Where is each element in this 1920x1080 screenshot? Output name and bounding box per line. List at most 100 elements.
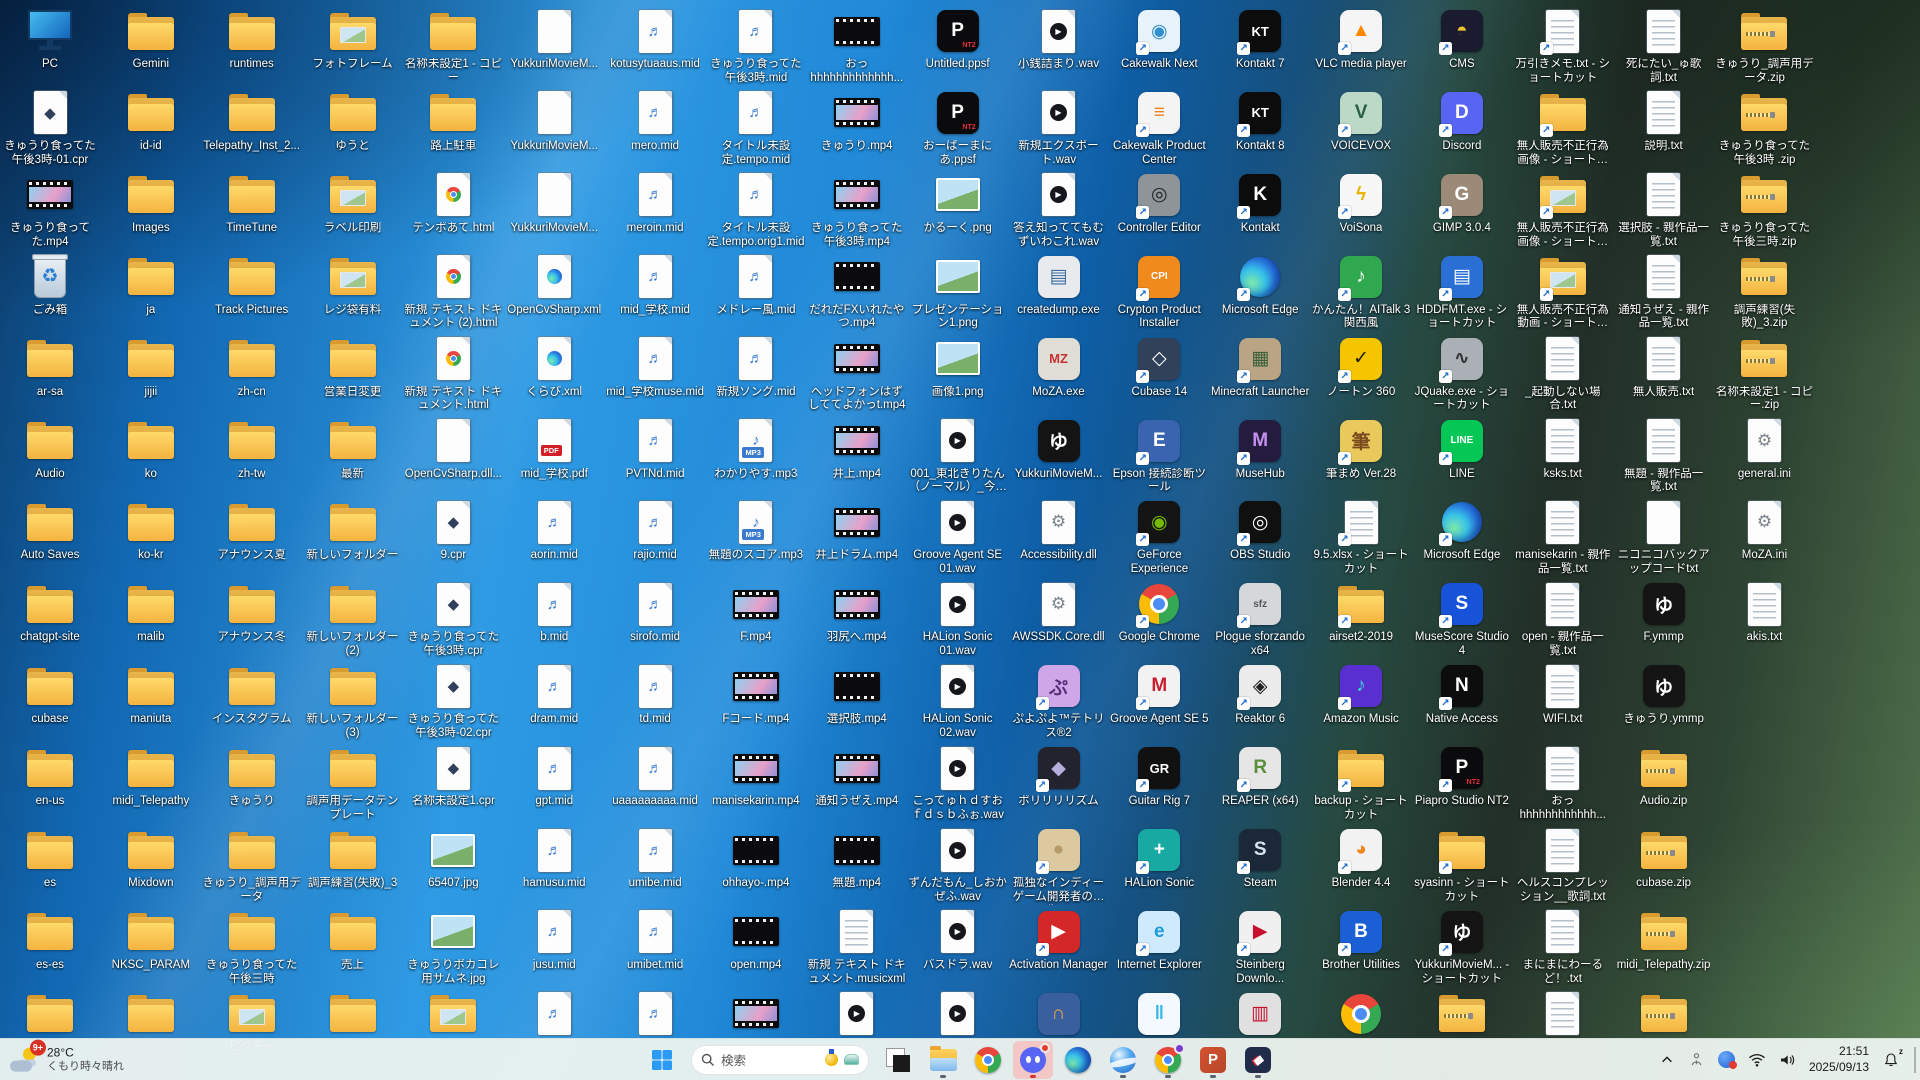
desktop-icon[interactable]: 選択肢 - 親作品一覧.txt: [1614, 171, 1714, 250]
desktop-icon[interactable]: en-us: [0, 744, 100, 809]
desktop-icon[interactable]: インスタグラム: [202, 662, 302, 727]
desktop-icon[interactable]: ♬ mero.mid: [605, 89, 705, 154]
desktop-icon[interactable]: プレゼンテーション1.png: [908, 253, 1008, 332]
desktop-icon[interactable]: ko: [101, 417, 201, 482]
desktop-icon[interactable]: S ↗ Steam: [1210, 826, 1310, 891]
desktop-icon[interactable]: ♬ mid_学校muse.mid: [605, 335, 705, 400]
desktop-icon[interactable]: zh-cn: [202, 335, 302, 400]
taskbar-clock[interactable]: 21:51 2025/09/13: [1804, 1044, 1874, 1075]
desktop-icon[interactable]: ↗ 万引きメモ.txt - ショートカット: [1513, 7, 1613, 86]
desktop-icon[interactable]: ⚙ general.ini: [1714, 417, 1814, 482]
desktop-icon[interactable]: ヘッドフォンはずしててよかっt.mp4: [807, 335, 907, 414]
desktop-icon[interactable]: ↗ Microsoft Edge: [1412, 498, 1512, 563]
show-desktop-strip[interactable]: [1914, 1046, 1916, 1073]
desktop-icon[interactable]: 通知うぜえ - 親作品一覧.txt: [1614, 253, 1714, 332]
taskbar-edge[interactable]: [1058, 1041, 1098, 1079]
desktop-icon[interactable]: Images: [101, 171, 201, 236]
desktop-icon[interactable]: ▶ ↗ Steinberg Downlo...: [1210, 908, 1310, 987]
desktop-icon[interactable]: Audio: [0, 417, 100, 482]
desktop-icon[interactable]: midi_Telepathy.zip: [1614, 908, 1714, 973]
desktop-icon[interactable]: ◉ ↗ GeForce Experience: [1109, 498, 1209, 577]
desktop-icon[interactable]: ゆうと: [303, 89, 403, 154]
desktop-icon[interactable]: id-id: [101, 89, 201, 154]
desktop-icon[interactable]: ♬ きゅうり食ってた午後3時.mid: [706, 7, 806, 86]
desktop-icon[interactable]: M ↗ Groove Agent SE 5: [1109, 662, 1209, 727]
desktop-icon[interactable]: ⚙ Accessibility.dll: [1009, 498, 1109, 563]
desktop-icon[interactable]: 新しいフォルダー (3): [303, 662, 403, 741]
desktop-icon[interactable]: chatgpt-site: [0, 580, 100, 645]
desktop-icon[interactable]: malib: [101, 580, 201, 645]
desktop-icon[interactable]: 無題.mp4: [807, 826, 907, 891]
desktop-icon[interactable]: ▶: [807, 990, 907, 1041]
desktop-icon[interactable]: ▶ 小銭詰まり.wav: [1009, 7, 1109, 72]
desktop-icon[interactable]: ♬ gpt.mid: [504, 744, 604, 809]
desktop-icon[interactable]: 売上: [303, 908, 403, 973]
desktop-icon[interactable]: ▶ 新規エクスポート.wav: [1009, 89, 1109, 168]
desktop-icon[interactable]: ▶ バスドラ.wav: [908, 908, 1008, 973]
desktop-icon[interactable]: B ↗ Brother Utilities: [1311, 908, 1411, 973]
desktop-icon[interactable]: open.mp4: [706, 908, 806, 973]
desktop-icon[interactable]: 名称未設定1 - コピー.zip: [1714, 335, 1814, 414]
desktop-icon[interactable]: ♬ タイトル未設定.tempo.mid: [706, 89, 806, 168]
desktop-icon[interactable]: 羽尻へ.mp4: [807, 580, 907, 645]
desktop-icon[interactable]: ▶ こってゅｈｄすおｆｄｓｂふぉ.wav: [908, 744, 1008, 823]
desktop-icon[interactable]: cubase: [0, 662, 100, 727]
desktop-icon[interactable]: テンポあて.html: [403, 171, 503, 236]
desktop-icon[interactable]: ♬ td.mid: [605, 662, 705, 727]
desktop-icon[interactable]: YukkuriMovieM...: [504, 89, 604, 154]
desktop-icon[interactable]: だれだFXいれたやつ.mp4: [807, 253, 907, 332]
desktop-icon[interactable]: 死にたい_ゅ歌詞.txt: [1614, 7, 1714, 86]
desktop-icon[interactable]: ↗ 無人販売不正行為画像 - ショートカット: [1513, 171, 1613, 250]
desktop-icon[interactable]: ♪ MP3 わかりやす.mp3: [706, 417, 806, 482]
desktop-icon[interactable]: ar-sa: [0, 335, 100, 400]
desktop-icon[interactable]: くらび.xml: [504, 335, 604, 400]
start-button[interactable]: [642, 1041, 682, 1079]
desktop-icon[interactable]: 調声練習(失敗)_3.zip: [1714, 253, 1814, 332]
desktop-icon[interactable]: きゅうり_調声用データ: [202, 826, 302, 905]
desktop-icon[interactable]: ↗ Google Chrome: [1109, 580, 1209, 645]
desktop-icon[interactable]: ♬ umibe.mid: [605, 826, 705, 891]
desktop-icon[interactable]: F.mp4: [706, 580, 806, 645]
desktop-icon[interactable]: 新規 テキスト ドキュメント.html: [403, 335, 503, 414]
desktop-icon[interactable]: KT ↗ Kontakt 7: [1210, 7, 1310, 72]
desktop-icon[interactable]: 画像1.png: [908, 335, 1008, 400]
desktop-icon[interactable]: ▶ ずんだもん_しおかぜふ.wav: [908, 826, 1008, 905]
desktop-icon[interactable]: ♬ メドレー風.mid: [706, 253, 806, 318]
desktop-icon[interactable]: M ↗ MuseHub: [1210, 417, 1310, 482]
desktop-icon[interactable]: レジ袋有料: [303, 253, 403, 318]
desktop-icon[interactable]: ↗ 無人販売不正行為画像 - ショートカッ...: [1513, 89, 1613, 168]
taskbar-discord[interactable]: [1013, 1040, 1053, 1079]
taskbar-cubase[interactable]: ◆: [1238, 1041, 1278, 1079]
desktop-icon[interactable]: 調声練習(失敗)_3: [303, 826, 403, 891]
desktop-icon[interactable]: ラベル印刷: [303, 171, 403, 236]
desktop-icon[interactable]: ◉ ↗ Cakewalk Next: [1109, 7, 1209, 72]
desktop-icon[interactable]: PDF mid_学校.pdf: [504, 417, 604, 482]
desktop-icon[interactable]: ▶ HALion Sonic 01.wav: [908, 580, 1008, 659]
desktop-icon[interactable]: 最新: [303, 417, 403, 482]
desktop-icon[interactable]: ◆ ↗ ポリリリリズム: [1009, 744, 1109, 809]
desktop-icon[interactable]: e ↗ Internet Explorer: [1109, 908, 1209, 973]
desktop-icon[interactable]: [1513, 990, 1613, 1041]
desktop-icon[interactable]: OpenCvSharp.xml: [504, 253, 604, 318]
desktop-icon[interactable]: アナウンス夏: [202, 498, 302, 563]
desktop-icon[interactable]: es-es: [0, 908, 100, 973]
desktop-icon[interactable]: ♻ ごみ箱: [0, 253, 100, 318]
desktop-icon[interactable]: 筆 ↗ 筆まめ Ver.28: [1311, 417, 1411, 482]
taskbar-powerpoint[interactable]: P: [1193, 1041, 1233, 1079]
desktop-icon[interactable]: ↗ 9.5.xlsx - ショートカット: [1311, 498, 1411, 577]
desktop-icon[interactable]: ぷ ↗ ぷよぷよ™テトリス®2: [1009, 662, 1109, 741]
desktop-icon[interactable]: V ↗ VOICEVOX: [1311, 89, 1411, 154]
desktop-icon[interactable]: ♬ PVTNd.mid: [605, 417, 705, 482]
desktop-icon[interactable]: PC: [0, 7, 100, 72]
desktop-icon[interactable]: 路上駐車: [403, 89, 503, 154]
desktop-icon[interactable]: ▥: [1210, 990, 1310, 1041]
desktop-icon[interactable]: K ↗ Kontakt: [1210, 171, 1310, 236]
desktop-icon[interactable]: ∿ ↗ JQuake.exe - ショートカット: [1412, 335, 1512, 414]
desktop-icon[interactable]: ♬ rajio.mid: [605, 498, 705, 563]
desktop-icon[interactable]: ♬ sirofo.mid: [605, 580, 705, 645]
desktop-icon[interactable]: ◆ きゅうり食ってた午後3時.cpr: [403, 580, 503, 659]
desktop-icon[interactable]: ▶: [908, 990, 1008, 1041]
desktop-icon[interactable]: 通知うぜえ.mp4: [807, 744, 907, 809]
desktop-icon[interactable]: ♬ dram.mid: [504, 662, 604, 727]
desktop-icon[interactable]: S ↗ MuseScore Studio 4: [1412, 580, 1512, 659]
